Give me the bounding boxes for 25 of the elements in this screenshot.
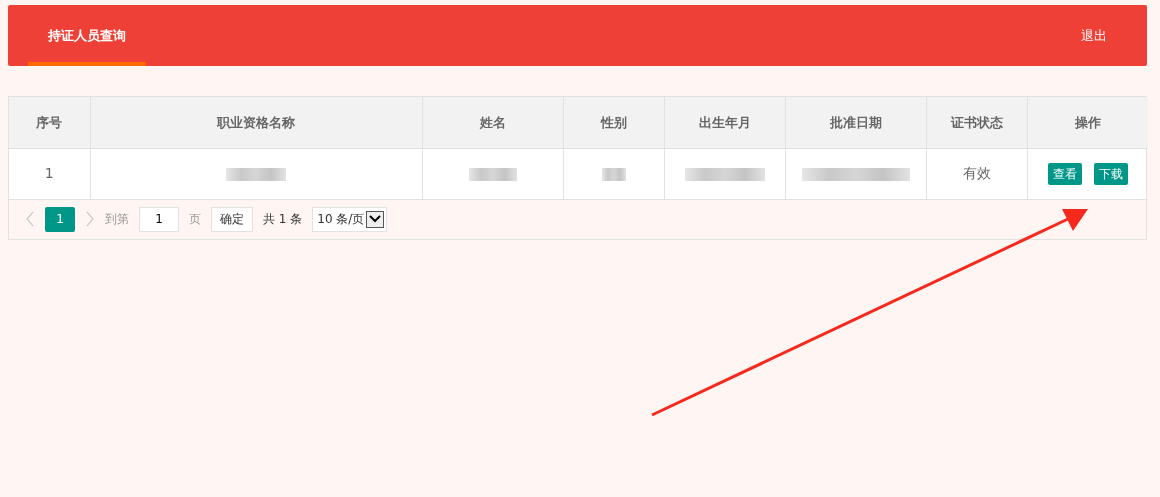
column-header: 操作 — [1027, 97, 1148, 148]
column-header: 批准日期 — [785, 97, 926, 148]
download-button[interactable]: 下载 — [1093, 162, 1128, 185]
page-button[interactable]: 1 — [45, 206, 75, 232]
redacted-text — [601, 167, 626, 181]
logout-link[interactable]: 退出 — [1081, 25, 1107, 46]
goto-label: 到第 — [105, 211, 129, 228]
view-button[interactable]: 查看 — [1047, 162, 1082, 185]
caret-icon — [369, 215, 382, 223]
page-size-select[interactable]: 10 条/页 — [312, 206, 388, 232]
column-header: 性别 — [563, 97, 664, 148]
redacted-text — [468, 167, 517, 181]
table-cell: 有效 — [962, 165, 991, 181]
table-cell: 1 — [44, 165, 54, 181]
column-header: 出生年月 — [664, 97, 785, 148]
column-header: 序号 — [9, 97, 90, 148]
page-unit-label: 页 — [189, 211, 201, 228]
column-header: 证书状态 — [926, 97, 1027, 148]
redacted-text — [226, 167, 286, 181]
confirm-button[interactable]: 确定 — [211, 206, 253, 232]
nav-tab[interactable]: 持证人员查询 — [28, 5, 146, 66]
total-count: 共 1 条 — [263, 211, 303, 228]
page-input[interactable]: 1 — [139, 206, 179, 232]
column-header: 姓名 — [422, 97, 563, 148]
column-header: 职业资格名称 — [90, 97, 422, 148]
